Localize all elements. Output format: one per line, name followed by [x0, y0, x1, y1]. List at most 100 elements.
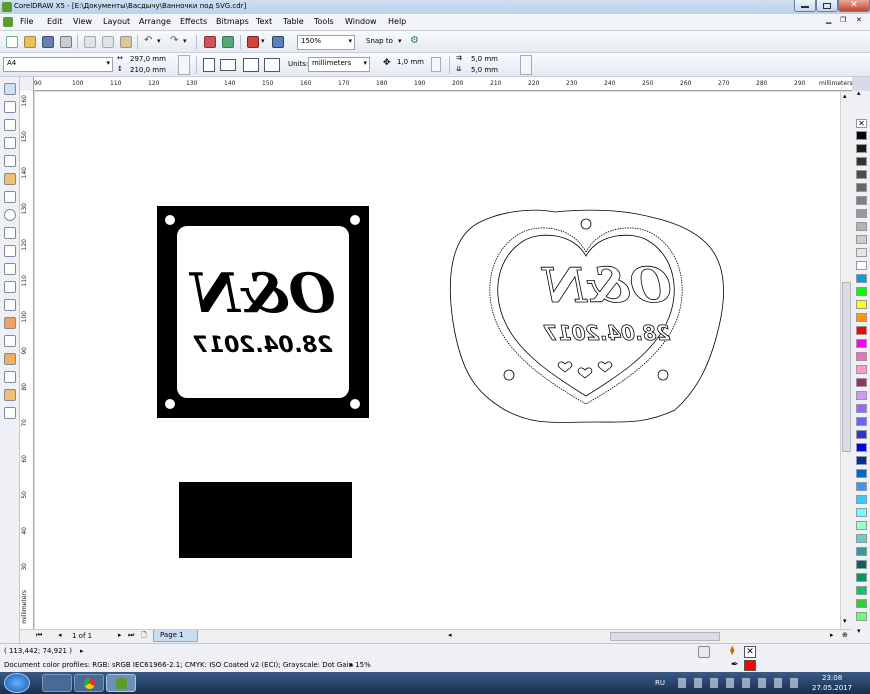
horizontal-ruler[interactable]: 90 100 110 120 130 140 150 160 170 180 190 200 210 22… — [20, 77, 853, 91]
color-swatch[interactable] — [856, 469, 867, 478]
redo-dropdown-icon[interactable]: ▾ — [183, 37, 187, 45]
new-icon[interactable] — [6, 36, 18, 48]
duplicate-spinner[interactable] — [520, 55, 532, 75]
menu-window[interactable]: Window — [345, 17, 377, 26]
polygon-tool-icon[interactable] — [4, 227, 16, 239]
copy-icon[interactable] — [102, 36, 114, 48]
menu-help[interactable]: Help — [388, 17, 406, 26]
color-swatch[interactable] — [856, 378, 867, 387]
scroll-right-icon[interactable]: ▸ — [830, 631, 834, 639]
basic-shapes-tool-icon[interactable] — [4, 245, 16, 257]
color-swatch[interactable] — [856, 326, 867, 335]
status-expand-icon[interactable]: ▸ — [80, 647, 84, 655]
doc-menu-icon[interactable] — [3, 17, 13, 27]
palette-scroll-down-icon[interactable]: ▾ — [857, 627, 861, 635]
color-swatch[interactable] — [856, 404, 867, 413]
color-swatch[interactable] — [856, 300, 867, 309]
import-icon[interactable] — [204, 36, 216, 48]
menu-tools[interactable]: Tools — [314, 17, 334, 26]
square-plate[interactable]: O&N 28.04.2017 — [157, 206, 369, 418]
duplicate-x-input[interactable]: 5,0 mm — [468, 54, 518, 65]
snap-status-icon[interactable] — [698, 646, 710, 658]
size-spinner[interactable] — [178, 55, 190, 75]
color-swatch[interactable] — [856, 313, 867, 322]
palette-scroll-up-icon[interactable]: ▴ — [857, 89, 861, 97]
prev-page-icon[interactable]: ◂ — [58, 631, 62, 639]
vertical-scrollbar[interactable]: ▴ ▾ — [840, 92, 852, 629]
black-rectangle[interactable] — [179, 482, 352, 558]
color-swatch[interactable] — [856, 183, 867, 192]
rectangle-tool-icon[interactable] — [4, 191, 16, 203]
color-swatch[interactable] — [856, 170, 867, 179]
dimension-tool-icon[interactable] — [4, 299, 16, 311]
menu-table[interactable]: Table — [283, 17, 304, 26]
color-swatch[interactable] — [856, 586, 867, 595]
color-swatch[interactable] — [856, 417, 867, 426]
text-tool-icon[interactable] — [4, 263, 16, 275]
scroll-down-icon[interactable]: ▾ — [843, 617, 847, 625]
color-swatch[interactable] — [856, 534, 867, 543]
color-swatch[interactable] — [856, 287, 867, 296]
menu-arrange[interactable]: Arrange — [139, 17, 171, 26]
export-icon[interactable] — [222, 36, 234, 48]
color-swatch[interactable] — [856, 508, 867, 517]
profiles-expand-icon[interactable]: ▸ — [350, 661, 354, 669]
scroll-up-icon[interactable]: ▴ — [843, 92, 847, 100]
drawing-canvas[interactable]: O&N 28.04.2017 O&N 28.04.2017 — [35, 92, 840, 629]
last-page-icon[interactable]: ⏭ — [128, 631, 134, 640]
table-tool-icon[interactable] — [4, 281, 16, 293]
smart-fill-tool-icon[interactable] — [4, 173, 16, 185]
vertical-ruler[interactable]: 160 150 140 130 120 110 100 90 80 70 60 50 40 30 mill… — [20, 91, 34, 629]
nudge-distance-input[interactable]: 1,0 mm — [394, 57, 430, 72]
menu-layout[interactable]: Layout — [103, 17, 130, 26]
menu-bitmaps[interactable]: Bitmaps — [216, 17, 249, 26]
color-swatch[interactable] — [856, 235, 867, 244]
zoom-level-select[interactable]: 150% ▾ — [297, 35, 355, 50]
color-swatch[interactable] — [856, 248, 867, 257]
snap-to-button[interactable]: Snap to — [366, 37, 393, 45]
color-swatch[interactable] — [856, 547, 867, 556]
open-icon[interactable] — [24, 36, 36, 48]
page-height-input[interactable]: 210,0 mm — [127, 65, 177, 76]
units-select[interactable]: millimeters ▾ — [308, 57, 370, 72]
application-launcher-icon[interactable] — [247, 36, 259, 48]
color-swatch[interactable] — [856, 339, 867, 348]
color-swatch[interactable] — [856, 157, 867, 166]
menu-file[interactable]: File — [20, 17, 33, 26]
coreldraw-taskbar-icon[interactable] — [106, 674, 136, 692]
doc-close-icon[interactable]: ✕ — [856, 16, 862, 24]
navigator-icon[interactable]: ⊕ — [842, 631, 848, 639]
explorer-taskbar-icon[interactable] — [42, 674, 72, 692]
color-swatch[interactable] — [856, 131, 867, 140]
undo-dropdown-icon[interactable]: ▾ — [157, 37, 161, 45]
color-swatch[interactable] — [856, 599, 867, 608]
first-page-icon[interactable]: ⏮ — [36, 631, 42, 640]
shape-tool-icon[interactable] — [4, 101, 16, 113]
menu-view[interactable]: View — [73, 17, 92, 26]
color-swatch[interactable] — [856, 352, 867, 361]
doc-minimize-icon[interactable]: ▁ — [826, 16, 831, 24]
color-swatch[interactable] — [856, 209, 867, 218]
heart-plate[interactable]: O&N 28.04.2017 — [450, 209, 724, 423]
menu-effects[interactable]: Effects — [180, 17, 207, 26]
color-swatch[interactable] — [856, 430, 867, 439]
menu-edit[interactable]: Edit — [47, 17, 63, 26]
interactive-fill-tool-icon[interactable] — [4, 407, 16, 419]
color-swatch[interactable] — [856, 573, 867, 582]
cut-icon[interactable] — [84, 36, 96, 48]
outline-color-swatch[interactable] — [744, 660, 756, 671]
color-swatch[interactable] — [856, 482, 867, 491]
paste-icon[interactable] — [120, 36, 132, 48]
duplicate-y-input[interactable]: 5,0 mm — [468, 65, 518, 76]
fill-tool-icon[interactable] — [4, 389, 16, 401]
color-swatch[interactable] — [856, 196, 867, 205]
zoom-tool-icon[interactable] — [4, 137, 16, 149]
nudge-spinner[interactable] — [431, 57, 441, 72]
tab-page-1[interactable]: Page 1 — [153, 630, 198, 642]
freehand-tool-icon[interactable] — [4, 155, 16, 167]
language-indicator[interactable]: RU — [655, 679, 665, 687]
start-button[interactable] — [4, 673, 30, 693]
current-page-button[interactable] — [264, 58, 280, 72]
color-swatch[interactable] — [856, 261, 867, 270]
fill-none-swatch[interactable]: ✕ — [744, 646, 756, 658]
